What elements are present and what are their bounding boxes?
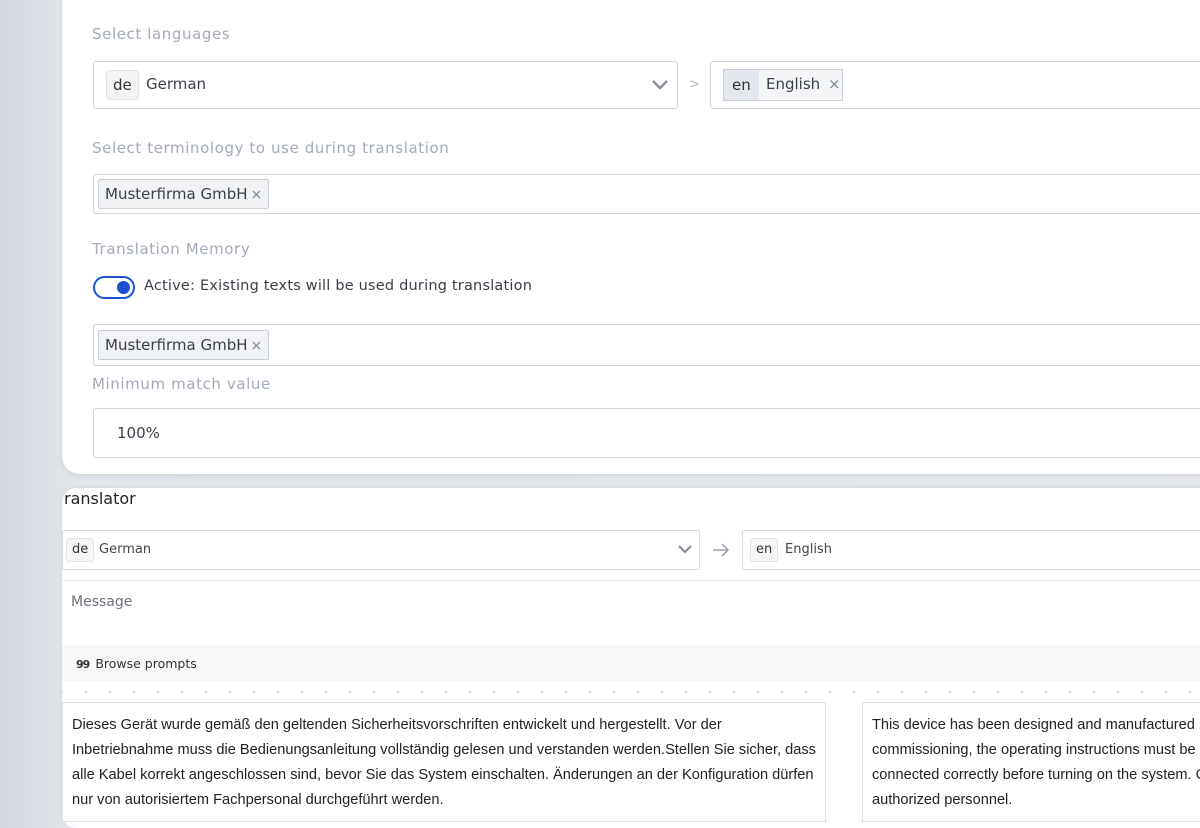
min-match-input[interactable]: 100% [93, 408, 1200, 458]
source-language-code: de [106, 70, 139, 100]
translator-source-language-select[interactable]: de German [62, 530, 700, 570]
browse-prompts-label: Browse prompts [95, 656, 197, 671]
chevron-down-icon[interactable] [651, 78, 669, 92]
translator-source-name: German [99, 542, 152, 557]
translator-title: ranslator [64, 489, 136, 508]
terminology-chip-label: Musterfirma GmbH [105, 185, 248, 203]
translator-target-language-select[interactable]: en English [742, 530, 1200, 570]
target-language-chip[interactable]: en English × [723, 69, 843, 101]
translation-memory-status: Active: Existing texts will be used duri… [144, 278, 533, 294]
min-match-value: 100% [117, 424, 160, 442]
toggle-knob [117, 281, 130, 294]
target-language-select[interactable]: en English × [710, 61, 1200, 109]
arrow-right-icon[interactable] [711, 542, 731, 558]
quote-icon: 99 [76, 658, 90, 671]
source-text: Dieses Gerät wurde gemäß den geltenden S… [72, 717, 816, 808]
browse-prompts-button[interactable]: 99 Browse prompts [76, 656, 197, 671]
remove-target-language-icon[interactable]: × [828, 75, 841, 93]
source-language-select[interactable]: de German [93, 61, 678, 109]
message-placeholder: Message [71, 594, 133, 610]
translation-memory-label: Translation Memory [92, 240, 251, 258]
message-input[interactable]: Message [62, 581, 1200, 645]
remove-memory-icon[interactable]: × [251, 338, 263, 354]
divider-dots [62, 682, 1200, 702]
language-separator: > [689, 77, 700, 92]
translator-target-code: en [750, 538, 779, 562]
target-language-name: English [766, 75, 821, 93]
source-language-name: German [146, 75, 207, 93]
terminology-chip[interactable]: Musterfirma GmbH × [98, 179, 270, 209]
translator-source-code: de [66, 538, 95, 562]
terminology-label: Select terminology to use during transla… [92, 139, 450, 157]
min-match-label: Minimum match value [92, 375, 271, 393]
translator-target-name: English [785, 542, 832, 557]
target-text-pane[interactable]: This device has been designed and manufa… [862, 702, 1200, 822]
translation-memory-select[interactable]: Musterfirma GmbH × [93, 324, 1200, 366]
chevron-down-icon[interactable] [677, 544, 693, 556]
translation-memory-chip[interactable]: Musterfirma GmbH × [98, 330, 270, 360]
target-text: This device has been designed and manufa… [872, 717, 1200, 808]
translation-memory-chip-label: Musterfirma GmbH [105, 336, 248, 354]
target-language-code: en [724, 70, 759, 100]
terminology-select[interactable]: Musterfirma GmbH × [93, 174, 1200, 214]
source-text-pane[interactable]: Dieses Gerät wurde gemäß den geltenden S… [62, 702, 826, 822]
translation-memory-toggle[interactable] [93, 276, 135, 299]
remove-terminology-icon[interactable]: × [251, 187, 263, 203]
languages-label: Select languages [92, 25, 231, 43]
